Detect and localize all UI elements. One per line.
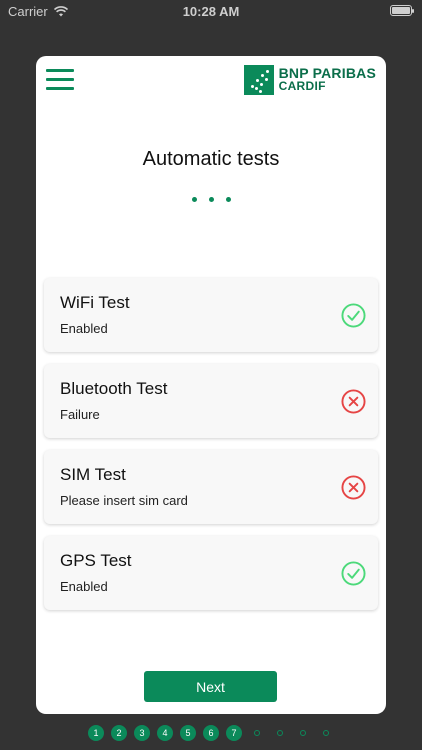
step-upcoming (249, 725, 265, 741)
test-item-sim: SIM Test Please insert sim card (44, 450, 378, 524)
step-upcoming (272, 725, 288, 741)
step-2[interactable]: 2 (111, 725, 127, 741)
test-name: SIM Test (60, 465, 126, 484)
check-circle-icon (341, 303, 366, 328)
step-5[interactable]: 5 (180, 725, 196, 741)
brand-name: BNP PARIBAS CARDIF (278, 66, 376, 93)
test-list: WiFi Test Enabled Bluetooth Test Failure… (44, 278, 378, 622)
step-3[interactable]: 3 (134, 725, 150, 741)
test-status: Failure (60, 407, 100, 422)
test-name: GPS Test (60, 551, 132, 570)
brand-name-line2: CARDIF (278, 79, 326, 93)
battery-icon (390, 5, 414, 16)
check-circle-icon (341, 561, 366, 586)
test-name: Bluetooth Test (60, 379, 168, 398)
loading-indicator (36, 197, 386, 202)
step-pager: 1 2 3 4 5 6 7 (0, 725, 422, 741)
clock: 10:28 AM (182, 4, 240, 19)
brand-logo: BNP PARIBAS CARDIF (243, 65, 376, 95)
test-status: Please insert sim card (60, 493, 188, 508)
status-bar: Carrier 10:28 AM (0, 0, 422, 24)
step-upcoming (295, 725, 311, 741)
page-title: Automatic tests (142, 148, 280, 170)
step-upcoming (318, 725, 334, 741)
step-4[interactable]: 4 (157, 725, 173, 741)
test-item-wifi: WiFi Test Enabled (44, 278, 378, 352)
x-circle-icon (341, 389, 366, 414)
test-name: WiFi Test (60, 293, 130, 312)
main-card: BNP PARIBAS CARDIF Automatic tests WiFi … (36, 56, 386, 714)
test-item-gps: GPS Test Enabled (44, 536, 378, 610)
menu-icon[interactable] (46, 69, 74, 91)
x-circle-icon (341, 475, 366, 500)
test-item-bluetooth: Bluetooth Test Failure (44, 364, 378, 438)
test-status: Enabled (60, 321, 108, 336)
test-status: Enabled (60, 579, 108, 594)
next-button[interactable]: Next (144, 671, 277, 702)
step-6[interactable]: 6 (203, 725, 219, 741)
step-1[interactable]: 1 (88, 725, 104, 741)
step-7[interactable]: 7 (226, 725, 242, 741)
brand-stars-icon (243, 65, 274, 95)
